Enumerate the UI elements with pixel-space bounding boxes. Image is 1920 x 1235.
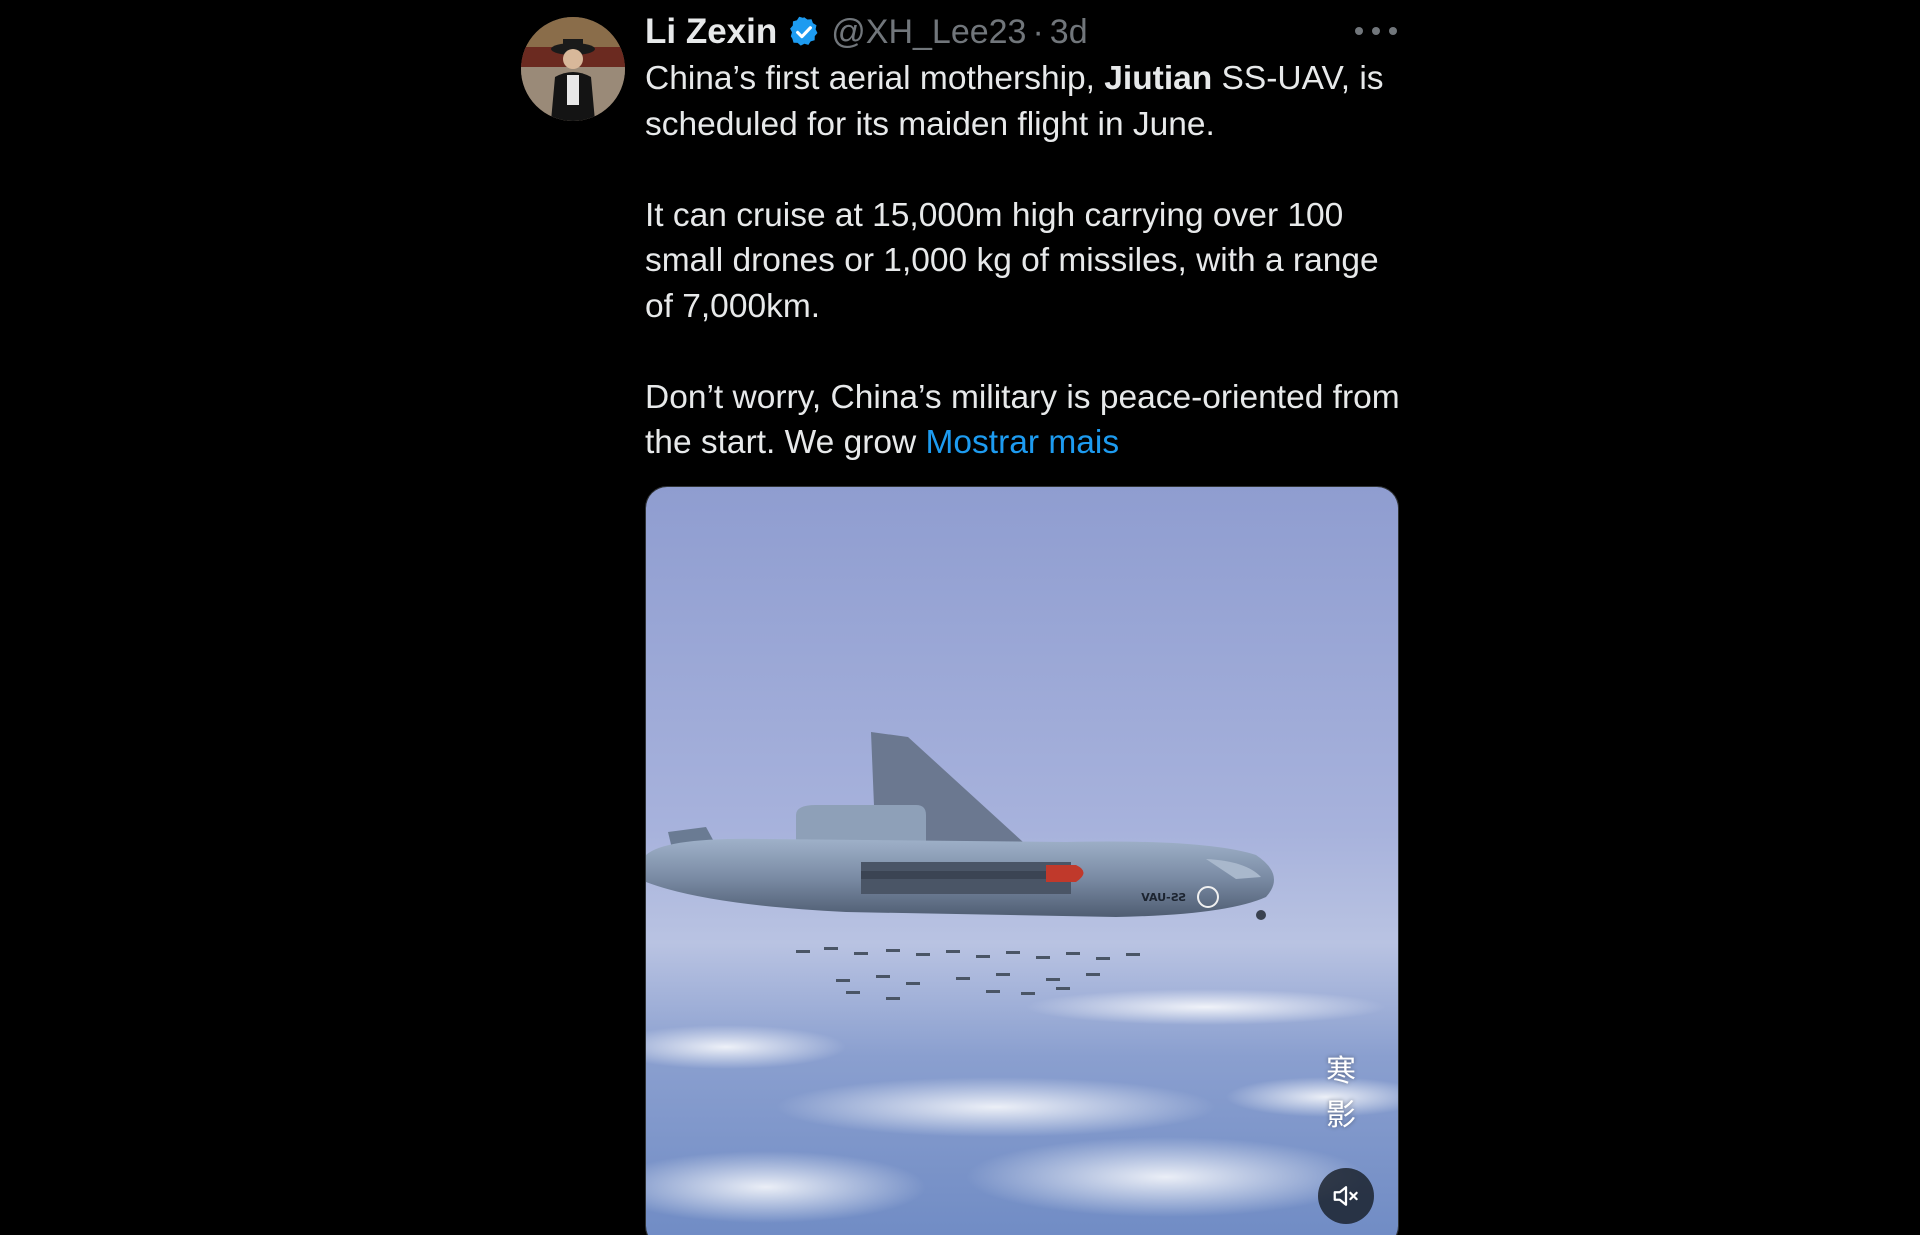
aircraft-marking: SS-UAV [1141,891,1186,904]
more-dot [1355,27,1363,35]
tweet-bold-term: Jiutian [1104,60,1213,97]
show-more-link[interactable]: Mostrar mais [926,424,1120,461]
tweet-video[interactable]: SS-UAV [645,486,1399,1235]
watermark-char: 影 [1326,1098,1356,1133]
tweet-paragraph-3: Don’t worry, China’s military is peace-o… [645,375,1405,466]
tweet-paragraph-2: It can cruise at 15,000m high carrying o… [645,196,1379,325]
tweet-text: China’s first aerial mothership, Jiutian… [645,56,1405,466]
tweet-header: Li Zexin @XH_Lee23 · 3d [645,8,1088,56]
tweet-timestamp[interactable]: 3d [1050,13,1088,52]
video-watermark: 寒 影 [1321,1050,1361,1138]
verified-badge-icon [787,15,821,49]
header-separator: · [1032,12,1044,51]
avatar-image [521,17,625,121]
more-dot [1389,27,1397,35]
mute-button[interactable] [1318,1168,1374,1224]
tweet-text-segment: China’s first aerial mothership, [645,60,1105,97]
more-dot [1372,27,1380,35]
watermark-char: 寒 [1326,1054,1356,1089]
author-display-name[interactable]: Li Zexin [645,12,777,52]
video-frame: SS-UAV [646,487,1398,1235]
author-handle[interactable]: @XH_Lee23 [831,13,1026,52]
speaker-muted-icon [1333,1186,1358,1206]
tweet-paragraph-1: China’s first aerial mothership, Jiutian… [645,56,1405,147]
avatar[interactable] [521,17,625,121]
more-options-icon[interactable] [1355,14,1397,48]
